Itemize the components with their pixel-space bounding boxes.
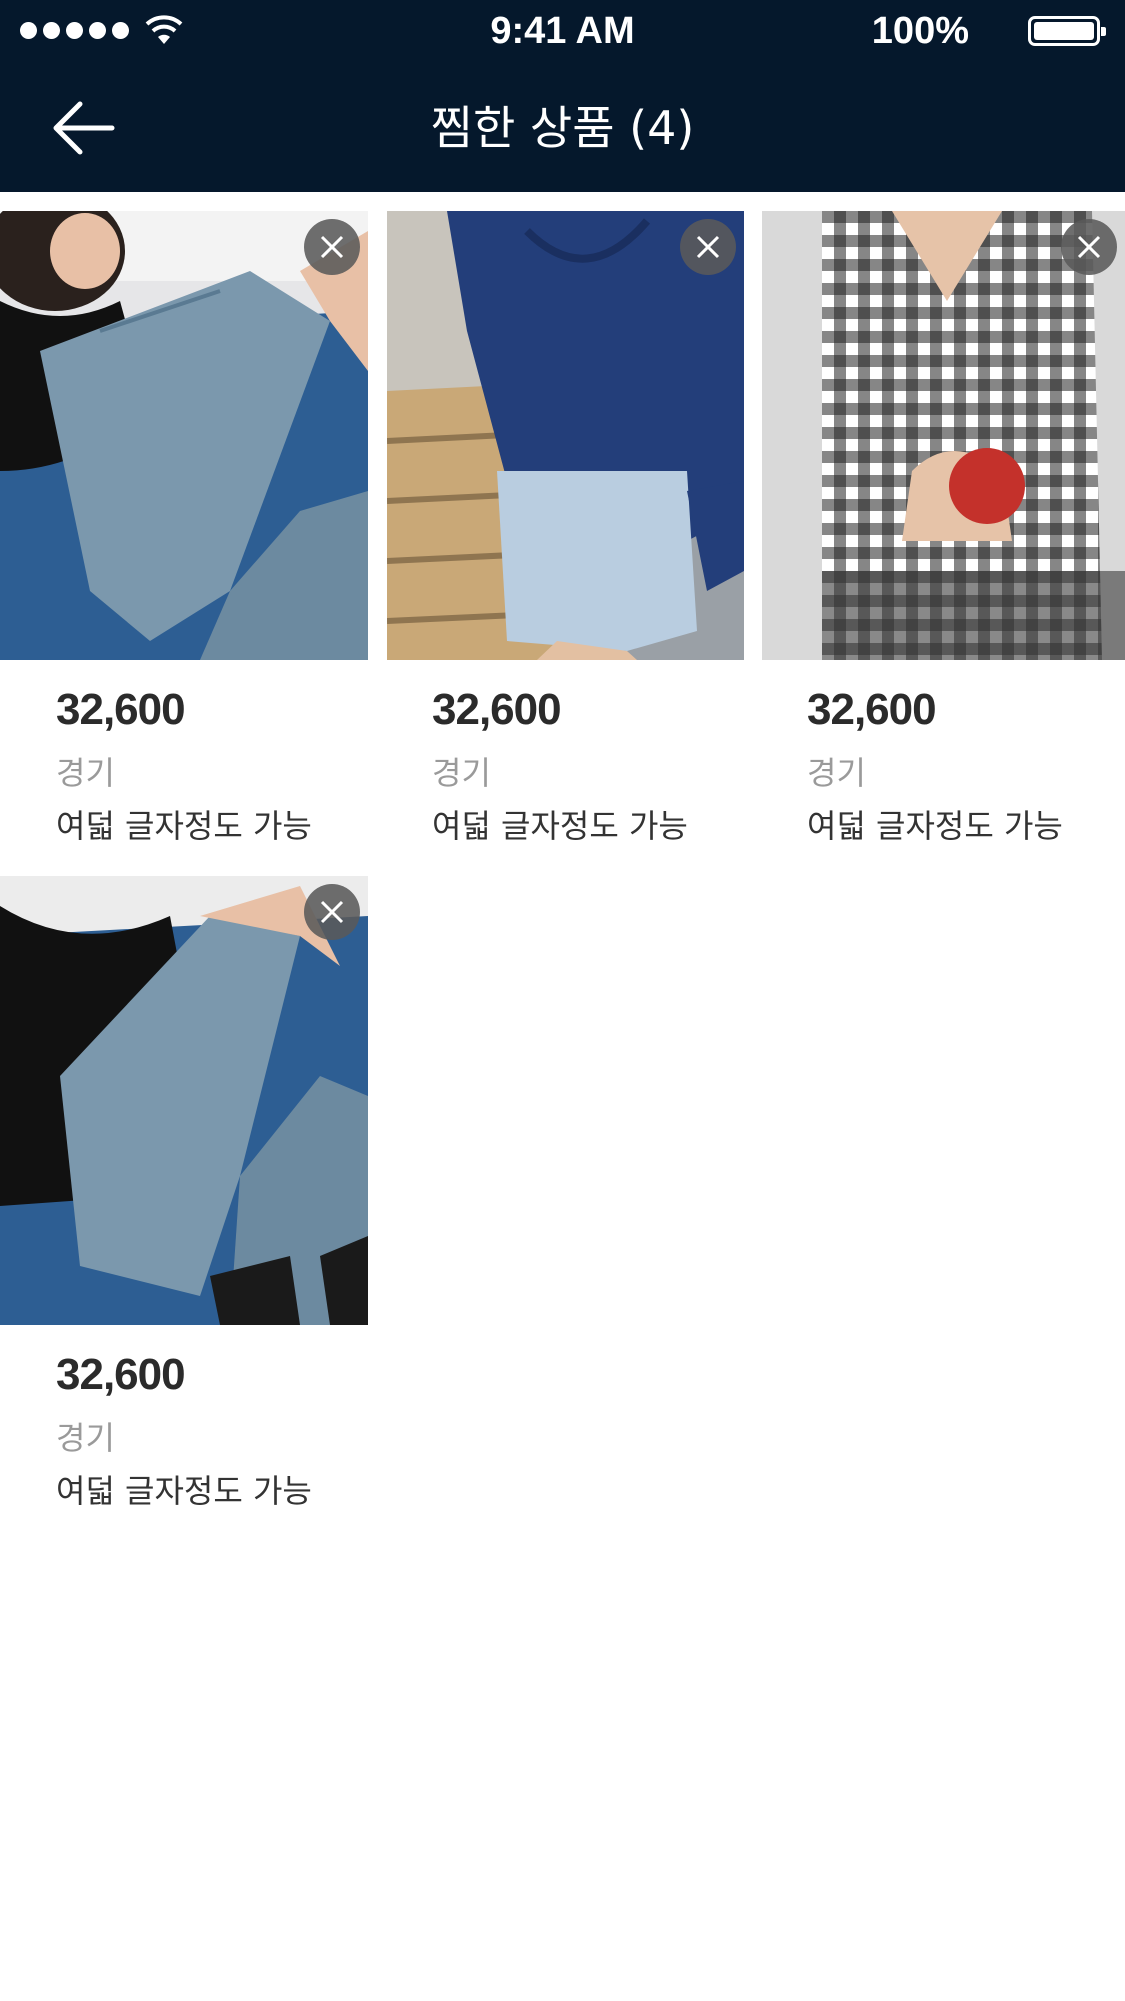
close-icon: [320, 900, 344, 924]
nav-bar: 찜한 상품 (4): [0, 64, 1125, 192]
close-icon: [1077, 235, 1101, 259]
product-region: 경기: [56, 1419, 115, 1457]
product-description: 여덟 글자정도 가능: [56, 807, 312, 845]
product-region: 경기: [56, 754, 115, 792]
close-icon: [320, 235, 344, 259]
product-card[interactable]: 32,600 경기 여덟 글자정도 가능: [0, 211, 368, 845]
product-price: 32,600: [432, 685, 562, 734]
product-card[interactable]: 32,600 경기 여덟 글자정도 가능: [387, 211, 744, 845]
product-card[interactable]: 32,600 경기 여덟 글자정도 가능: [762, 211, 1125, 845]
product-region: 경기: [807, 754, 866, 792]
page-title: 찜한 상품 (4): [430, 101, 695, 155]
product-price: 32,600: [56, 1350, 186, 1399]
remove-button[interactable]: [304, 884, 360, 940]
product-description: 여덟 글자정도 가능: [807, 807, 1063, 845]
product-image[interactable]: [0, 876, 368, 1325]
product-image[interactable]: [0, 211, 368, 660]
close-icon: [696, 235, 720, 259]
remove-button[interactable]: [304, 219, 360, 275]
status-bar: 9:41 AM 100%: [0, 0, 1125, 64]
battery-percentage: 100%: [871, 10, 969, 52]
remove-button[interactable]: [1061, 219, 1117, 275]
battery-icon: [1028, 16, 1106, 46]
product-card[interactable]: 32,600 경기 여덟 글자정도 가능: [0, 876, 368, 1510]
top-bar: 9:41 AM 100% 찜한 상품 (4): [0, 0, 1125, 192]
product-description: 여덟 글자정도 가능: [432, 807, 688, 845]
product-price: 32,600: [807, 685, 937, 734]
product-region: 경기: [432, 754, 491, 792]
remove-button[interactable]: [680, 219, 736, 275]
product-price: 32,600: [56, 685, 186, 734]
product-description: 여덟 글자정도 가능: [56, 1472, 312, 1510]
product-image[interactable]: [387, 211, 744, 660]
product-image[interactable]: [762, 211, 1125, 660]
